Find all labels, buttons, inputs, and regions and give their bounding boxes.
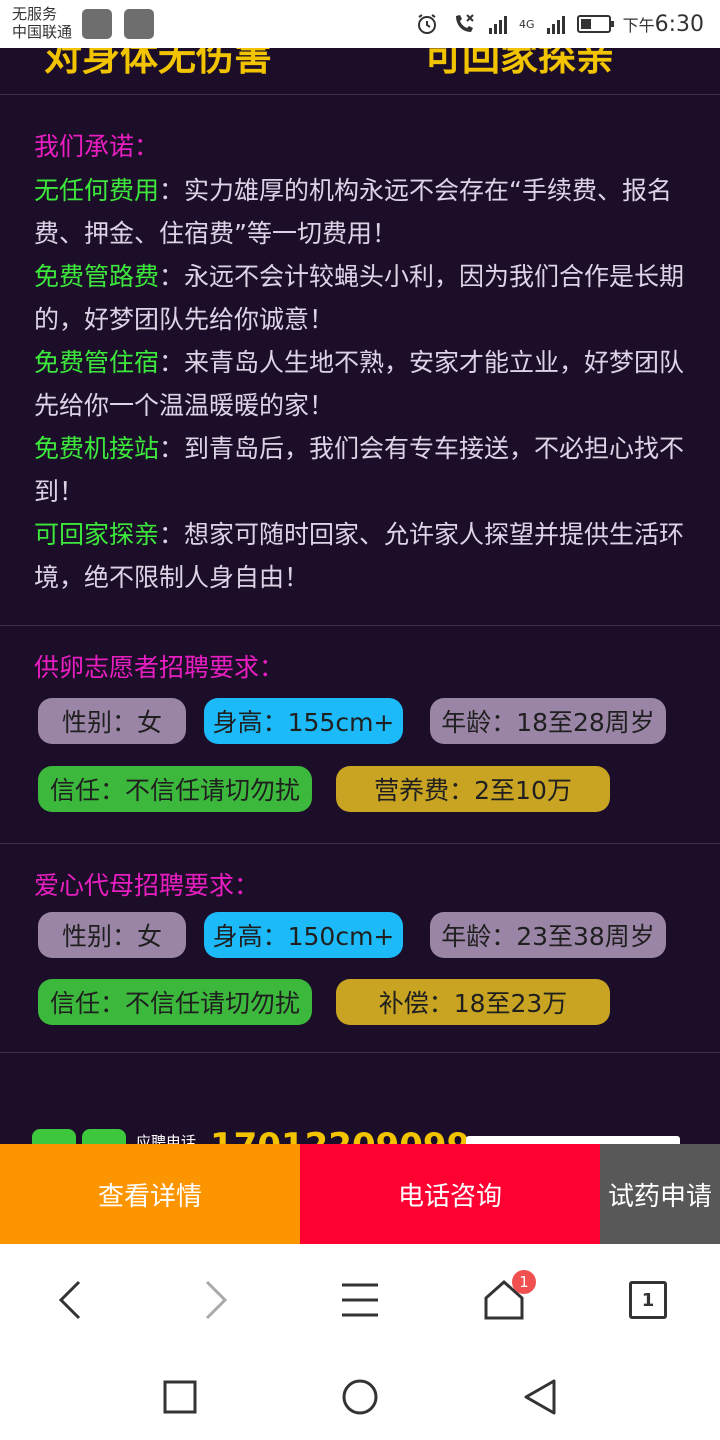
status-bar: 无服务 中国联通 4G 下午6:30	[0, 0, 720, 48]
menu-icon	[342, 1283, 378, 1317]
age-tag: 年龄：23至38周岁	[430, 912, 666, 958]
carrier-line-1: 无服务	[12, 5, 58, 23]
forward-button[interactable]	[186, 1272, 246, 1328]
chevron-right-icon	[205, 1280, 228, 1320]
requirements-title: 供卵志愿者招聘要求：	[34, 653, 285, 682]
contact-button[interactable]	[466, 1136, 680, 1144]
promise-lead: 可回家探亲	[34, 520, 160, 549]
egg-donor-requirements: 供卵志愿者招聘要求： 性别：女 身高：155cm+ 年龄：18至28周岁 信任：…	[0, 626, 720, 844]
system-home-button[interactable]	[337, 1374, 383, 1420]
gender-tag: 性别：女	[38, 912, 186, 958]
signal-icon	[489, 14, 508, 34]
network-type: 4G	[519, 17, 535, 31]
browser-toolbar: 1 1	[0, 1244, 720, 1354]
notification-badge: 1	[512, 1270, 536, 1294]
system-back-button[interactable]	[517, 1374, 563, 1420]
height-tag: 身高：150cm+	[204, 912, 403, 958]
triangle-back-icon	[524, 1379, 556, 1415]
promise-section: 我们承诺： 无任何费用：实力雄厚的机构永远不会存在“手续费、报名费、押金、住宿费…	[0, 95, 720, 626]
promise-lead: 免费管住宿	[34, 348, 160, 377]
carrier-info: 无服务 中国联通	[12, 5, 72, 41]
promise-lead: 免费机接站	[34, 434, 160, 463]
phone-icon[interactable]	[32, 1129, 76, 1144]
promise-item: 免费机接站：到青岛后，我们会有专车接送，不必担心找不到！	[34, 427, 686, 513]
call-muted-icon	[456, 14, 474, 32]
square-icon	[163, 1380, 197, 1414]
contact-phone[interactable]: 17012209099	[210, 1126, 470, 1144]
gender-tag: 性别：女	[38, 698, 186, 744]
promise-lead: 无任何费用	[34, 176, 160, 205]
chevron-left-icon	[58, 1280, 81, 1320]
age-tag: 年龄：18至28周岁	[430, 698, 666, 744]
promise-item: 免费管路费：永远不会计较蝇头小利，因为我们合作是长期的，好梦团队先给你诚意！	[34, 255, 686, 341]
banner-text-left: 对身体无伤害	[44, 48, 273, 79]
promise-lead: 免费管路费	[34, 262, 160, 291]
requirements-title: 爱心代母招聘要求：	[34, 871, 260, 900]
recent-apps-button[interactable]	[157, 1374, 203, 1420]
banner-text-right: 可回家探亲	[424, 48, 615, 79]
action-bar: 查看详情 电话咨询 试药申请	[0, 1144, 720, 1244]
battery-icon	[576, 15, 614, 33]
promise-item: 可回家探亲：想家可随时回家、允许家人探望并提供生活环境，绝不限制人身自由！	[34, 513, 686, 599]
tabs-button[interactable]: 1	[618, 1272, 678, 1328]
feature-banner: 对身体无伤害 可回家探亲	[0, 48, 720, 95]
signal-icon-2	[546, 14, 565, 34]
phone-consult-button[interactable]: 电话咨询	[300, 1144, 600, 1244]
trust-tag: 信任：不信任请切勿扰	[38, 979, 312, 1025]
notification-icon	[124, 9, 154, 39]
home-button[interactable]: 1	[474, 1270, 536, 1328]
contact-footer: 应聘电话 17012209099	[0, 1126, 720, 1144]
view-details-button[interactable]: 查看详情	[0, 1144, 300, 1244]
system-navigation-bar	[0, 1354, 720, 1440]
circle-icon	[342, 1379, 378, 1415]
surrogate-requirements: 爱心代母招聘要求： 性别：女 身高：150cm+ 年龄：23至38周岁 信任：不…	[0, 844, 720, 1053]
menu-button[interactable]	[330, 1272, 390, 1328]
alarm-icon	[418, 14, 437, 34]
tab-count: 1	[629, 1281, 667, 1319]
trust-tag: 信任：不信任请切勿扰	[38, 766, 312, 812]
clock: 下午6:30	[623, 12, 704, 37]
clock-time: 6:30	[654, 11, 704, 37]
wechat-icon[interactable]	[82, 1129, 126, 1144]
back-button[interactable]	[40, 1272, 100, 1328]
promise-item: 无任何费用：实力雄厚的机构永远不会存在“手续费、报名费、押金、住宿费”等一切费用…	[34, 169, 686, 255]
trial-apply-button[interactable]: 试药申请	[600, 1144, 720, 1244]
fee-tag: 营养费：2至10万	[336, 766, 610, 812]
height-tag: 身高：155cm+	[204, 698, 403, 744]
promise-title: 我们承诺：	[34, 132, 160, 161]
status-icons: 4G 下午6:30	[415, 9, 704, 39]
notification-icon	[82, 9, 112, 39]
promise-item: 免费管住宿：来青岛人生地不熟，安家才能立业，好梦团队先给你一个温温暖暖的家！	[34, 341, 686, 427]
clock-prefix: 下午	[622, 15, 655, 35]
contact-label: 应聘电话	[136, 1133, 197, 1144]
carrier-line-2: 中国联通	[12, 23, 73, 41]
page-content[interactable]: 对身体无伤害 可回家探亲 我们承诺： 无任何费用：实力雄厚的机构永远不会存在“手…	[0, 48, 720, 1144]
fee-tag: 补偿：18至23万	[336, 979, 610, 1025]
